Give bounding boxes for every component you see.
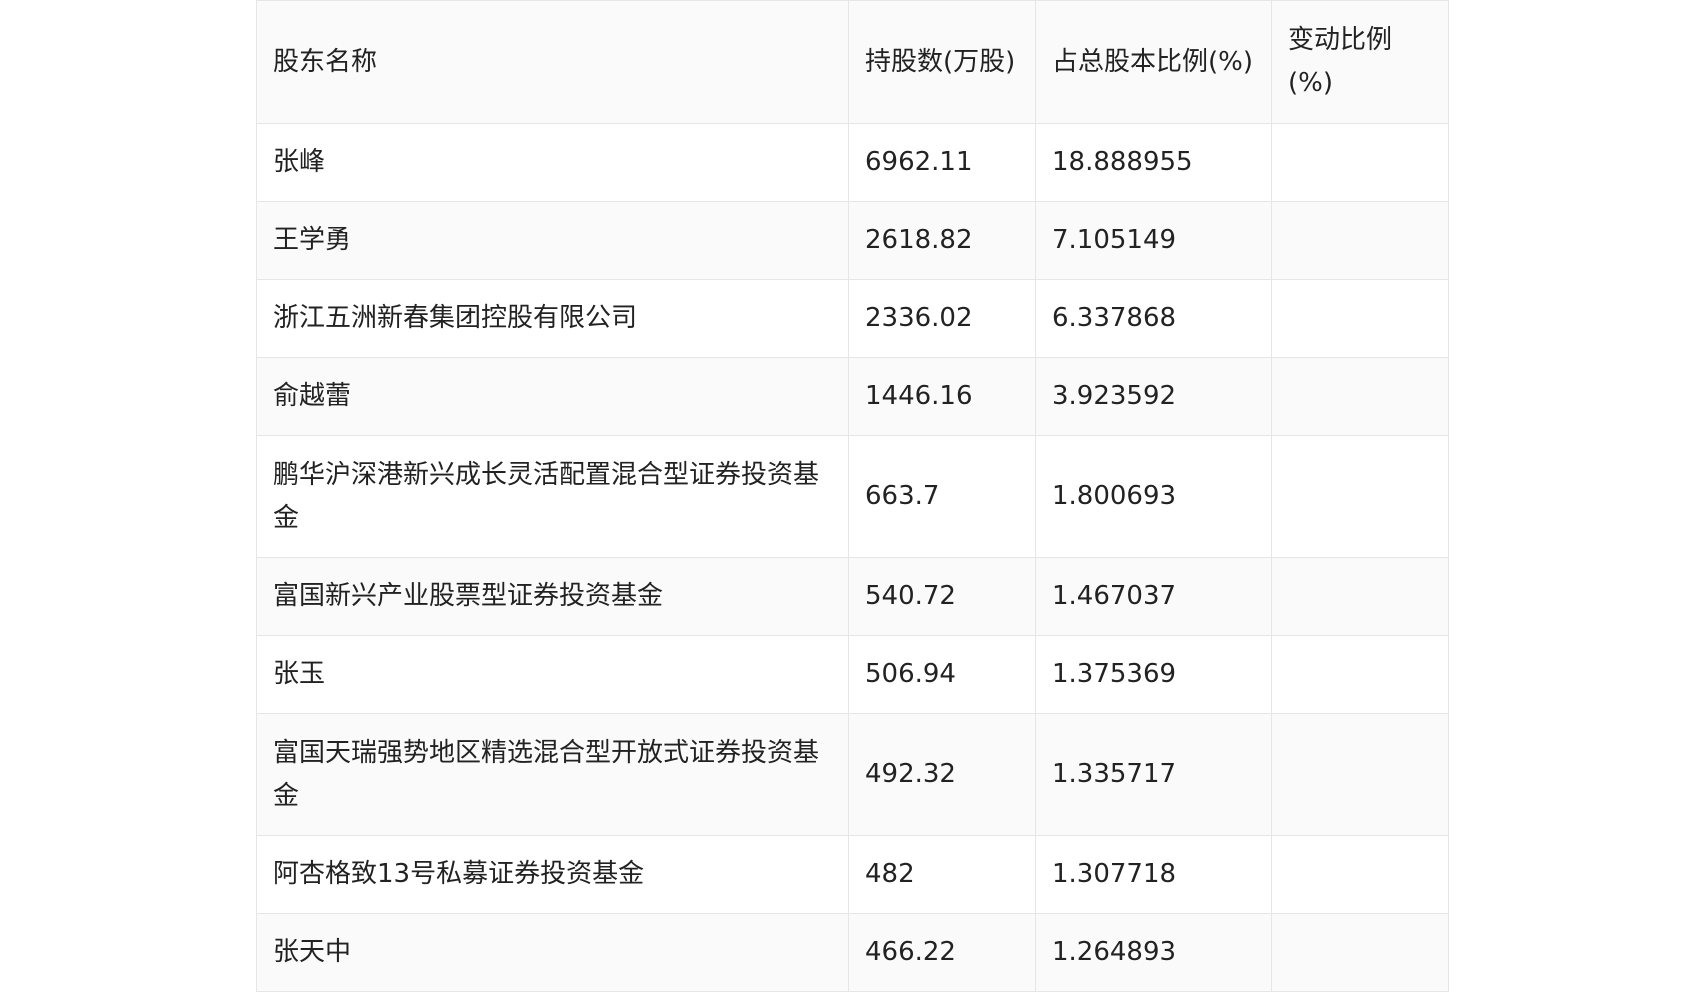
cell-ratio: 1.800693 [1035,435,1272,558]
cell-shares: 492.32 [848,713,1036,836]
table-row: 阿杏格致13号私募证券投资基金 482 1.307718 [256,835,1449,914]
cell-shares: 506.94 [848,635,1036,714]
cell-name: 王学勇 [256,201,849,280]
cell-ratio: 7.105149 [1035,201,1272,280]
cell-name: 富国天瑞强势地区精选混合型开放式证券投资基金 [256,713,849,836]
cell-ratio: 18.888955 [1035,123,1272,202]
cell-shares: 482 [848,835,1036,914]
shareholder-table: 股东名称 持股数(万股) 占总股本比例(%) 变动比例(%) 张峰 6962.1… [256,0,1449,992]
cell-name: 阿杏格致13号私募证券投资基金 [256,835,849,914]
header-ratio: 占总股本比例(%) [1035,0,1272,124]
cell-shares: 540.72 [848,557,1036,636]
cell-name: 张玉 [256,635,849,714]
header-shares: 持股数(万股) [848,0,1036,124]
cell-ratio: 6.337868 [1035,279,1272,358]
cell-name: 张天中 [256,913,849,992]
cell-shares: 466.22 [848,913,1036,992]
cell-change [1271,201,1449,280]
cell-name: 富国新兴产业股票型证券投资基金 [256,557,849,636]
cell-name: 鹏华沪深港新兴成长灵活配置混合型证券投资基金 [256,435,849,558]
cell-change [1271,435,1449,558]
table-row: 张峰 6962.11 18.888955 [256,123,1449,202]
cell-change [1271,279,1449,358]
cell-change [1271,913,1449,992]
cell-ratio: 1.264893 [1035,913,1272,992]
cell-name: 张峰 [256,123,849,202]
shareholder-table-container: 股东名称 持股数(万股) 占总股本比例(%) 变动比例(%) 张峰 6962.1… [256,0,1449,992]
cell-ratio: 3.923592 [1035,357,1272,436]
cell-shares: 6962.11 [848,123,1036,202]
cell-shares: 663.7 [848,435,1036,558]
cell-ratio: 1.335717 [1035,713,1272,836]
cell-name: 俞越蕾 [256,357,849,436]
table-row: 张玉 506.94 1.375369 [256,635,1449,714]
header-shareholder-name: 股东名称 [256,0,849,124]
table-row: 浙江五洲新春集团控股有限公司 2336.02 6.337868 [256,279,1449,358]
cell-change [1271,713,1449,836]
cell-change [1271,357,1449,436]
table-row: 鹏华沪深港新兴成长灵活配置混合型证券投资基金 663.7 1.800693 [256,435,1449,558]
table-row: 富国新兴产业股票型证券投资基金 540.72 1.467037 [256,557,1449,636]
cell-change [1271,123,1449,202]
table-row: 俞越蕾 1446.16 3.923592 [256,357,1449,436]
table-row: 张天中 466.22 1.264893 [256,913,1449,992]
cell-shares: 1446.16 [848,357,1036,436]
cell-change [1271,835,1449,914]
cell-change [1271,557,1449,636]
table-row: 富国天瑞强势地区精选混合型开放式证券投资基金 492.32 1.335717 [256,713,1449,836]
cell-change [1271,635,1449,714]
cell-shares: 2336.02 [848,279,1036,358]
table-header-row: 股东名称 持股数(万股) 占总股本比例(%) 变动比例(%) [256,0,1449,124]
header-change: 变动比例(%) [1271,0,1449,124]
cell-ratio: 1.307718 [1035,835,1272,914]
cell-ratio: 1.467037 [1035,557,1272,636]
cell-ratio: 1.375369 [1035,635,1272,714]
table-row: 王学勇 2618.82 7.105149 [256,201,1449,280]
cell-shares: 2618.82 [848,201,1036,280]
cell-name: 浙江五洲新春集团控股有限公司 [256,279,849,358]
